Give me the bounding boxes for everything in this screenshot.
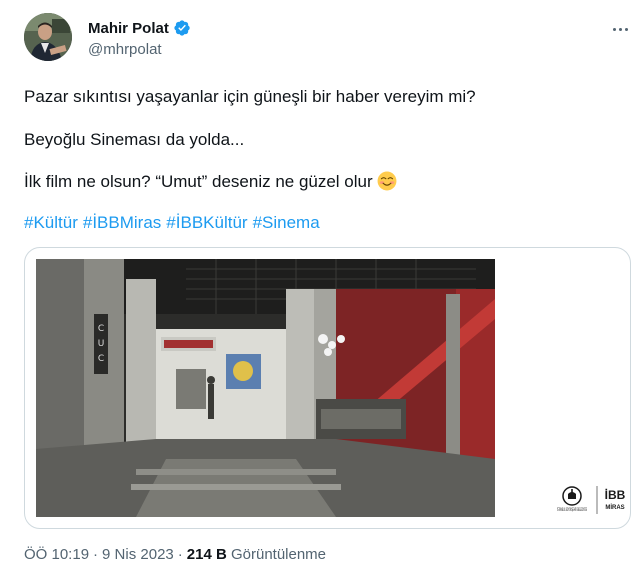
ibb-miras-logo-icon: İSTANBUL BÜYÜKŞEHİR BELEDİYESİ İBB MİRAS	[557, 486, 626, 514]
more-options-icon[interactable]	[608, 19, 632, 39]
tweet-header: Mahir Polat @mhrpolat	[24, 13, 634, 63]
avatar[interactable]	[24, 13, 72, 61]
hashtag-kultur[interactable]: #Kültür	[24, 213, 78, 232]
hashtag-list: #Kültür #İBBMiras #İBBKültür #Sinema	[24, 212, 325, 234]
verified-badge-icon[interactable]	[173, 19, 191, 37]
hashtag-ibbmiras[interactable]: #İBBMiras	[83, 213, 161, 232]
media-card[interactable]: C U C İSTANBUL BÜYÜKŞEHİR BELEDİYESİ İBB…	[24, 247, 631, 529]
display-name[interactable]: Mahir Polat	[88, 20, 169, 37]
views-count[interactable]: 214 B	[187, 546, 227, 563]
tweet-line-2: Beyoğlu Sineması da yolda...	[24, 130, 245, 149]
seal-text: İSTANBUL BÜYÜKŞEHİR BELEDİYESİ	[557, 507, 587, 512]
meta-separator: ·	[93, 546, 99, 563]
svg-text:C: C	[98, 354, 104, 364]
views-label: Görüntülenme	[230, 546, 327, 563]
cinema-lobby-image[interactable]: C U C	[36, 259, 495, 517]
cinema-lobby-rendering-icon: C U C	[36, 259, 495, 517]
tweet-date[interactable]: 9 Nis 2023	[102, 546, 174, 563]
ibb-miras-logo: İSTANBUL BÜYÜKŞEHİR BELEDİYESİ İBB MİRAS	[555, 484, 630, 518]
tweet-meta: ÖÖ 10:19 · 9 Nis 2023 · 214 B Görüntülenme	[24, 546, 326, 563]
hashtag-ibbkultur[interactable]: #İBBKültür	[166, 213, 247, 232]
hashtag-sinema[interactable]: #Sinema	[253, 213, 320, 232]
logo-text: İBB	[605, 487, 626, 502]
avatar-photo-icon	[24, 13, 72, 61]
author-handle[interactable]: @mhrpolat	[88, 41, 162, 58]
logo-subtext: MİRAS	[605, 504, 624, 511]
tweet-time[interactable]: ÖÖ 10:19	[24, 546, 89, 563]
svg-text:U: U	[98, 339, 105, 349]
meta-separator-2: ·	[177, 546, 183, 563]
tweet-line-1: Pazar sıkıntısı yaşayanlar için güneşli …	[24, 87, 476, 106]
tweet-line-3: İlk film ne olsun? “Umut” deseniz ne güz…	[24, 171, 397, 193]
tweet-line-3-text: İlk film ne olsun? “Umut” deseniz ne güz…	[24, 172, 373, 191]
svg-text:C: C	[98, 324, 104, 334]
smiling-face-emoji-icon	[377, 171, 397, 191]
